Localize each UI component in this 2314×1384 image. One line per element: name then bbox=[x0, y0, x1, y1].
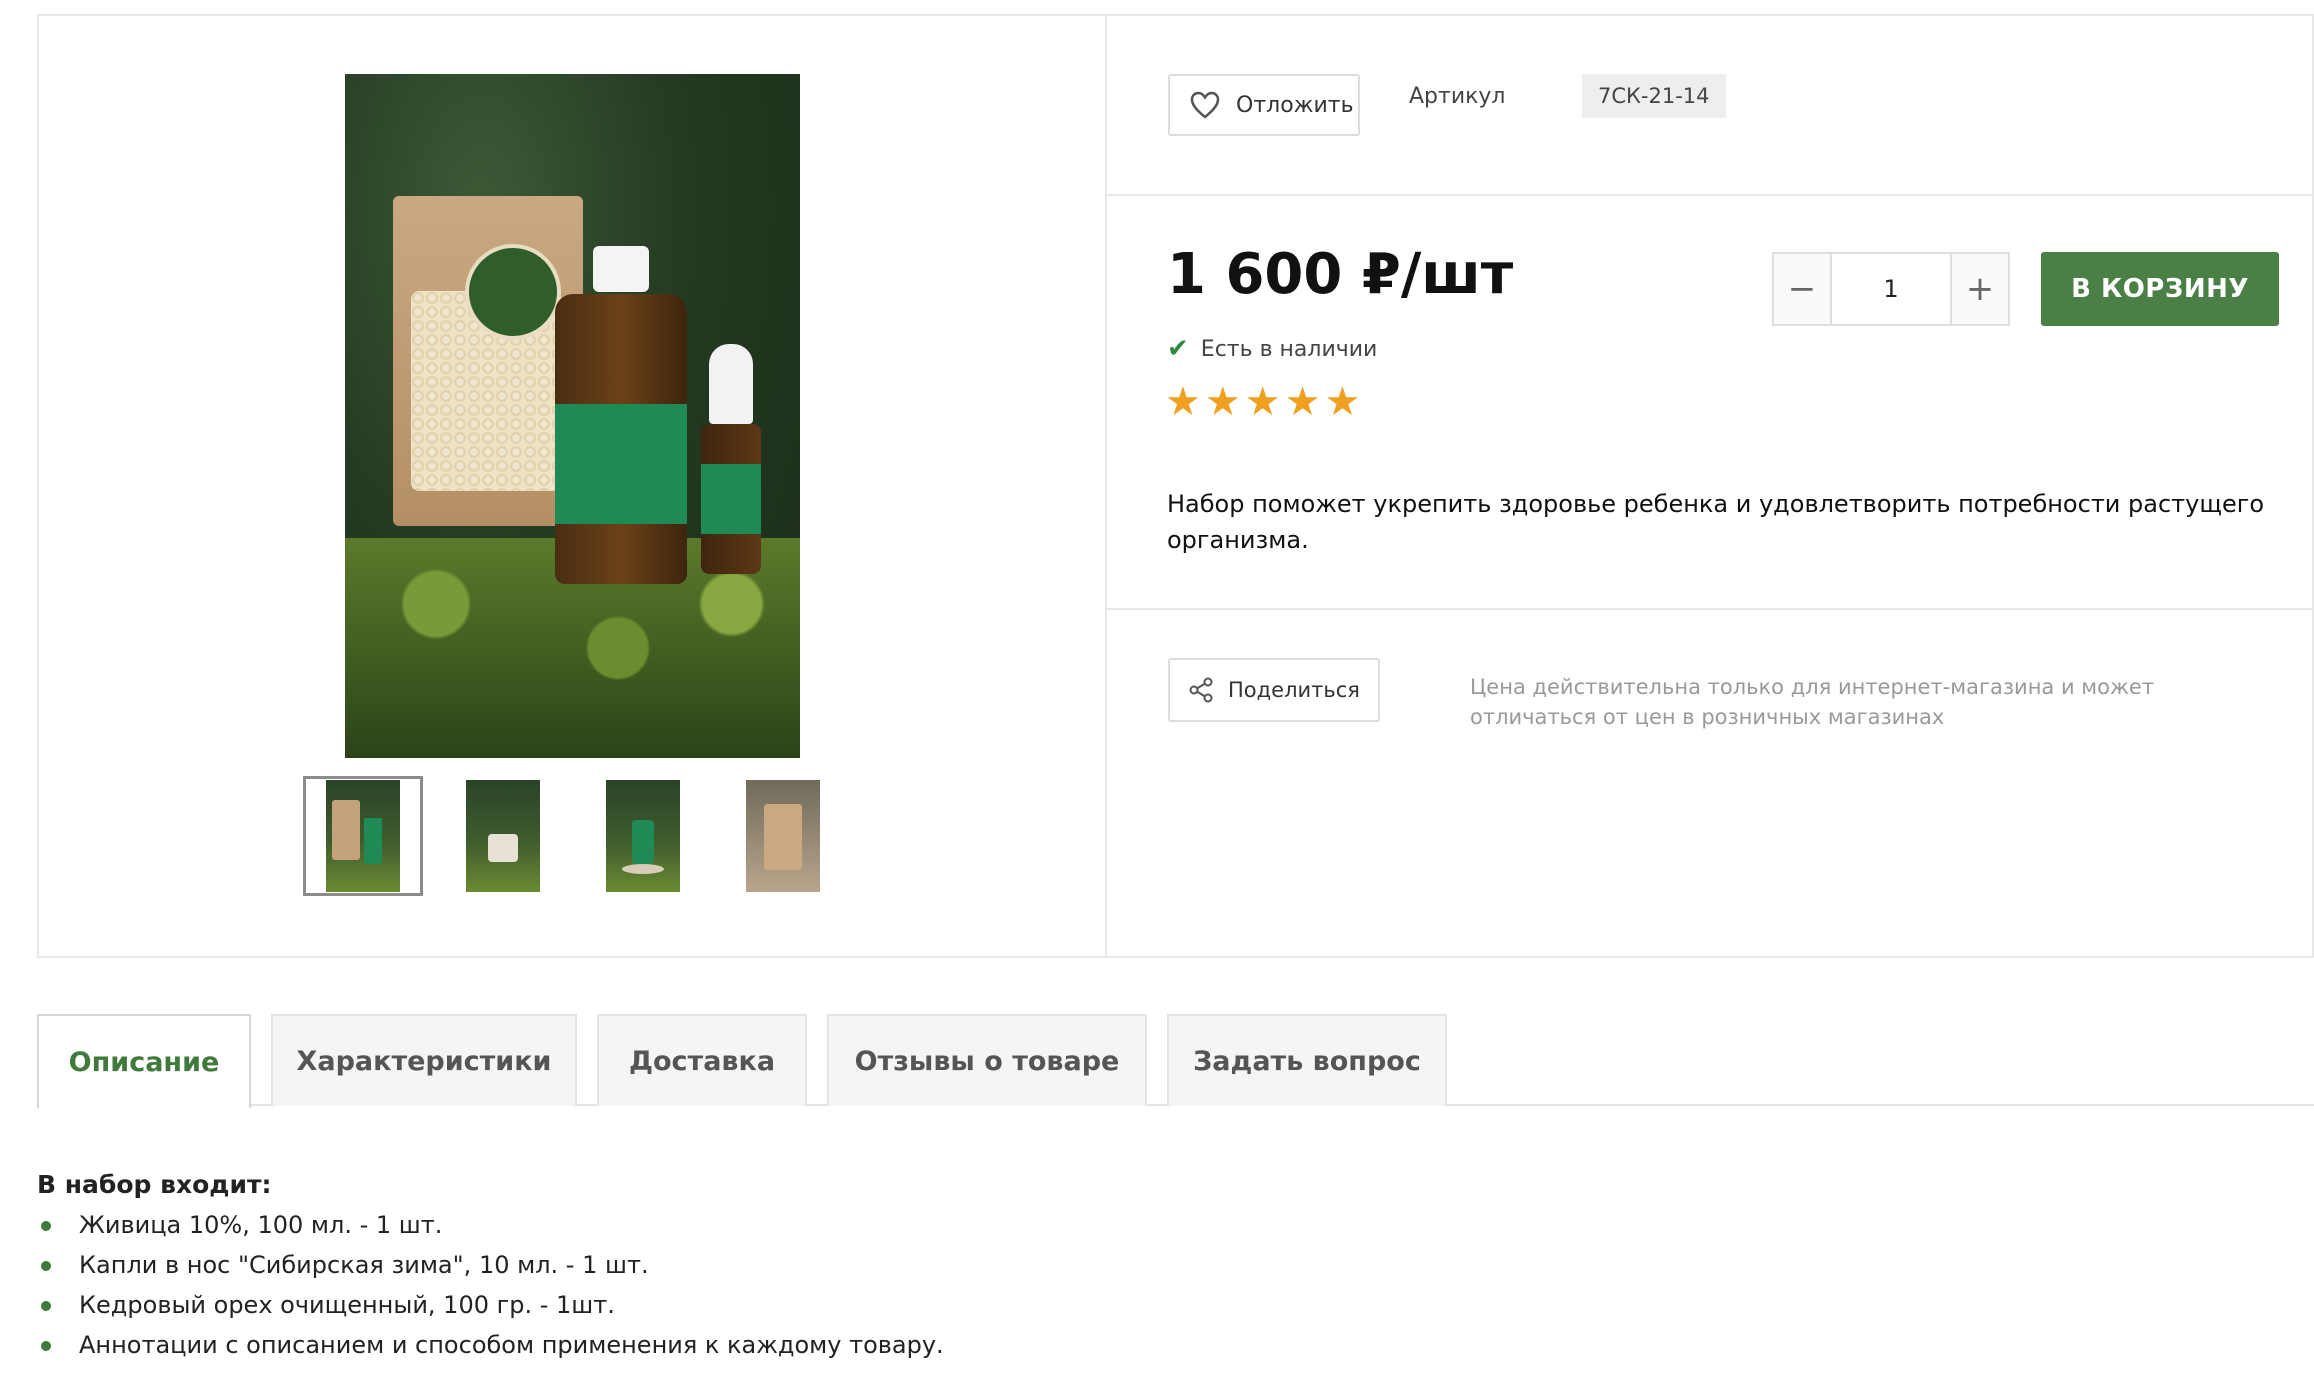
nasal-drops-image bbox=[701, 344, 761, 574]
star-icon: ★ bbox=[1324, 379, 1361, 425]
list-item: Кедровый орех очищенный, 100 гр. - 1шт. bbox=[37, 1285, 944, 1325]
star-icon: ★ bbox=[1204, 379, 1241, 425]
tab-reviews[interactable]: Отзывы о товаре bbox=[827, 1014, 1147, 1106]
stock-status: ✔ Есть в наличии bbox=[1167, 334, 1377, 364]
list-item: Капли в нос "Сибирская зима", 10 мл. - 1… bbox=[37, 1245, 944, 1285]
product-main-image[interactable] bbox=[345, 74, 800, 758]
heart-icon bbox=[1190, 91, 1220, 119]
sku-label: Артикул bbox=[1409, 84, 1506, 109]
quantity-stepper: − 1 + bbox=[1772, 252, 2010, 326]
tab-content-description: В набор входит: Живица 10%, 100 мл. - 1 … bbox=[37, 1170, 944, 1365]
add-to-favorites-button[interactable]: Отложить bbox=[1168, 74, 1360, 136]
product-tabs: Описание Характеристики Доставка Отзывы … bbox=[37, 1014, 2314, 1108]
thumbnail-3[interactable] bbox=[583, 776, 703, 896]
star-icon: ★ bbox=[1165, 379, 1201, 425]
share-label: Поделиться bbox=[1228, 678, 1360, 702]
product-price: 1 600 ₽/шт bbox=[1167, 242, 1514, 307]
product-share-row: Поделиться Цена действительна только для… bbox=[1107, 610, 2314, 956]
product-meta-row: Отложить Артикул 7СК-21-14 bbox=[1107, 16, 2314, 196]
price-disclaimer: Цена действительна только для интернет-м… bbox=[1470, 675, 2155, 729]
thumbnail-1[interactable] bbox=[303, 776, 423, 896]
quantity-decrease-button[interactable]: − bbox=[1774, 254, 1830, 324]
rating-stars[interactable]: ★ ★ ★ ★ ★ bbox=[1165, 382, 1360, 422]
thumbnail-2[interactable] bbox=[443, 776, 563, 896]
add-to-cart-button[interactable]: В КОРЗИНУ bbox=[2041, 252, 2279, 326]
product-card: Отложить Артикул 7СК-21-14 1 600 ₽/шт ✔ … bbox=[37, 14, 2314, 958]
resin-bottle-image bbox=[555, 246, 687, 584]
tab-ask-question[interactable]: Задать вопрос bbox=[1167, 1014, 1447, 1106]
list-item: Живица 10%, 100 мл. - 1 шт. bbox=[37, 1205, 944, 1245]
product-gallery bbox=[39, 16, 1107, 956]
tab-description[interactable]: Описание bbox=[37, 1014, 251, 1108]
tab-delivery[interactable]: Доставка bbox=[597, 1014, 807, 1106]
check-icon: ✔ bbox=[1167, 334, 1189, 364]
product-short-description: Набор поможет укрепить здоровье ребенка … bbox=[1167, 490, 2265, 554]
product-purchase-row: 1 600 ₽/шт ✔ Есть в наличии ★ ★ ★ ★ ★ На… bbox=[1107, 196, 2314, 610]
tab-specifications[interactable]: Характеристики bbox=[271, 1014, 577, 1106]
set-contents-heading: В набор входит: bbox=[37, 1170, 272, 1199]
set-contents-list: Живица 10%, 100 мл. - 1 шт. Капли в нос … bbox=[37, 1205, 944, 1365]
share-icon bbox=[1189, 677, 1213, 703]
share-button[interactable]: Поделиться bbox=[1168, 658, 1380, 722]
favorites-label: Отложить bbox=[1236, 92, 1354, 118]
star-icon: ★ bbox=[1244, 379, 1281, 425]
list-item: Аннотации с описанием и способом примене… bbox=[37, 1325, 944, 1365]
sku-value: 7СК-21-14 bbox=[1582, 74, 1726, 118]
quantity-increase-button[interactable]: + bbox=[1952, 254, 2008, 324]
stock-label: Есть в наличии bbox=[1200, 336, 1378, 362]
thumbnail-4[interactable] bbox=[723, 776, 843, 896]
product-info: Отложить Артикул 7СК-21-14 1 600 ₽/шт ✔ … bbox=[1107, 16, 2314, 956]
quantity-input[interactable]: 1 bbox=[1830, 254, 1952, 324]
star-icon: ★ bbox=[1284, 379, 1321, 425]
